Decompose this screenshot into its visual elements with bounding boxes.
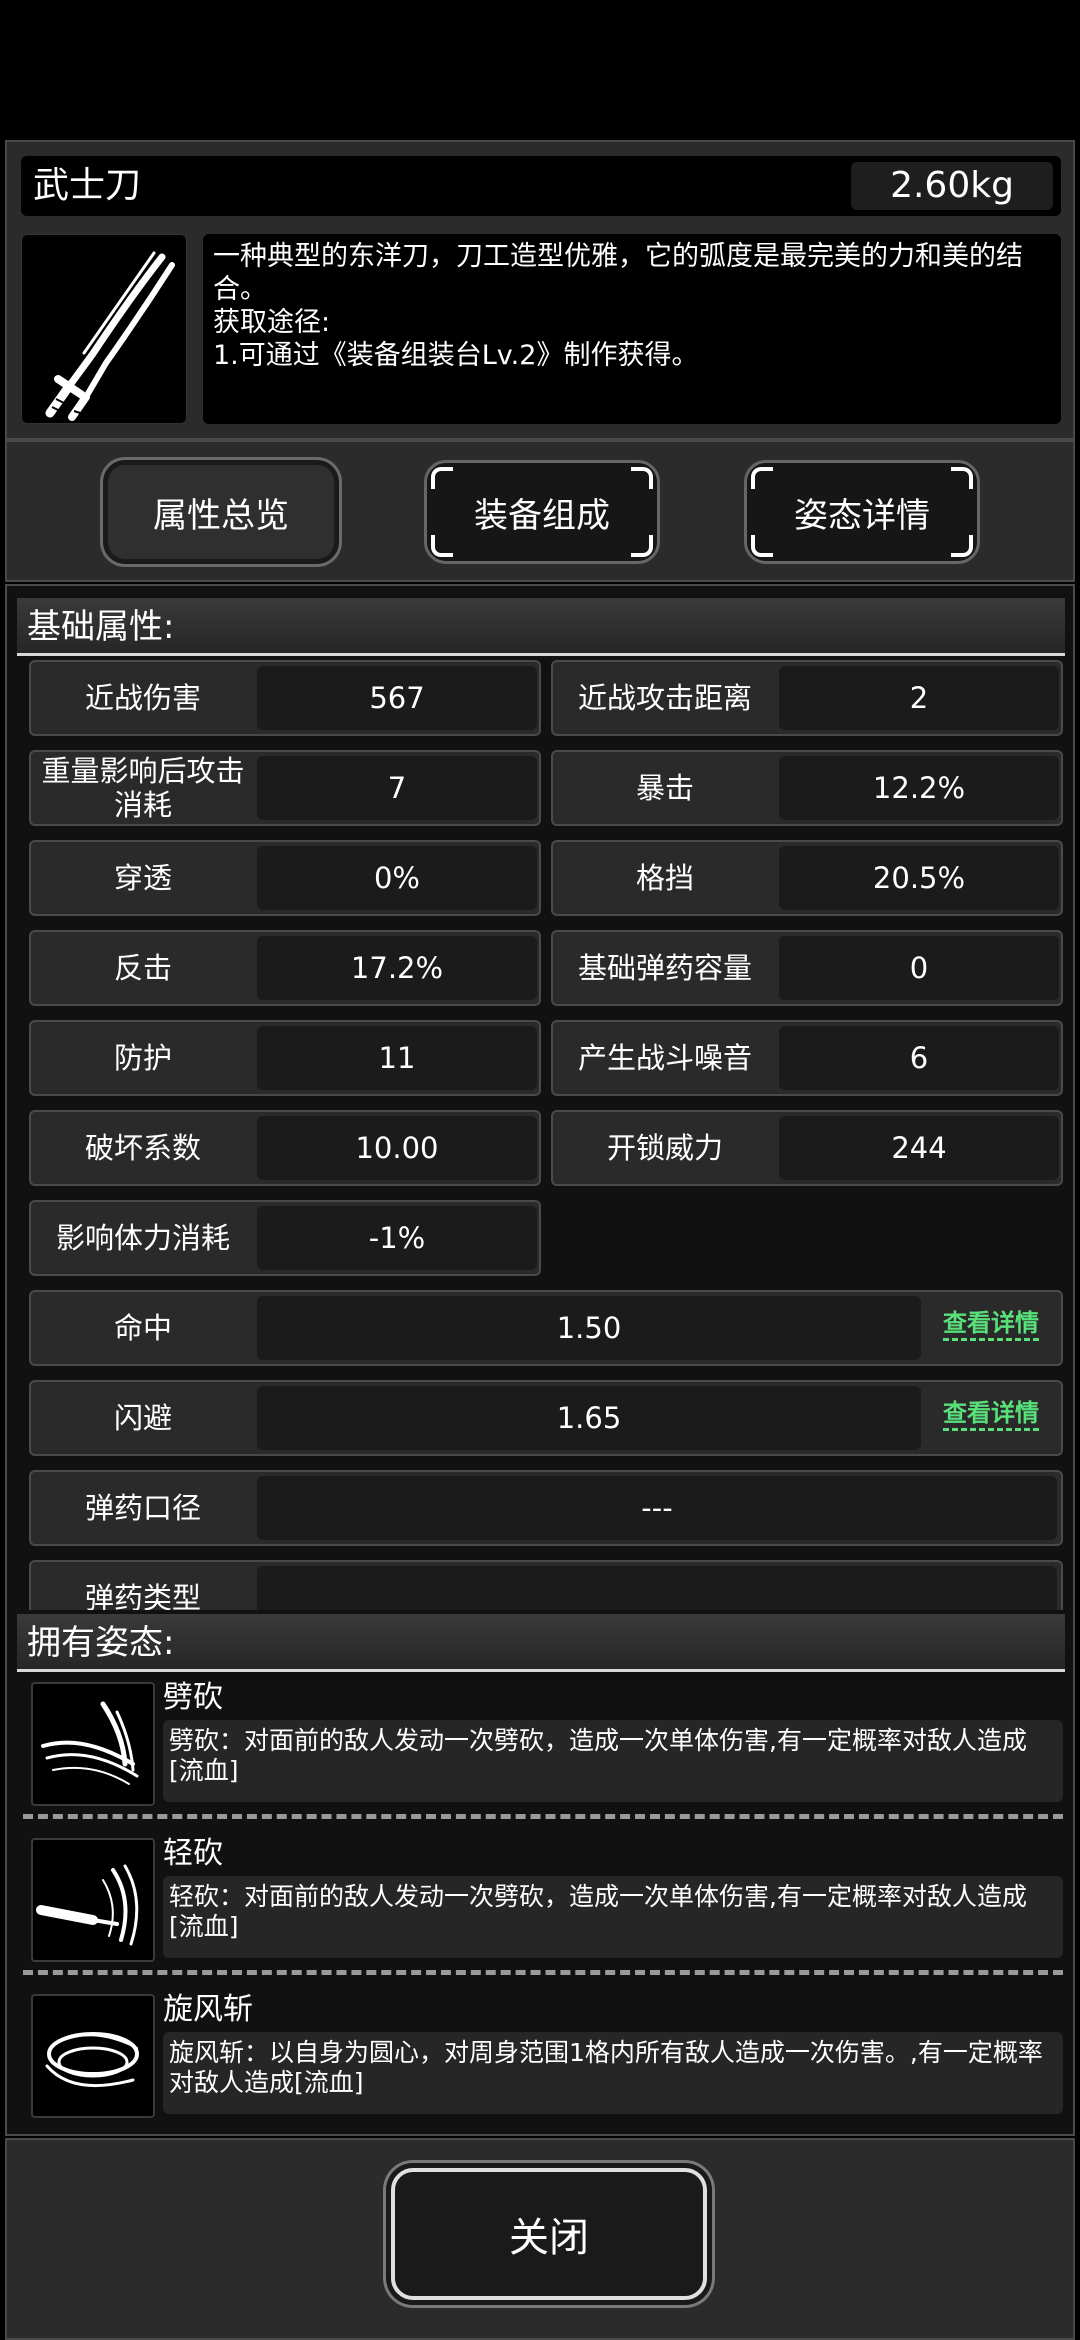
stances-list[interactable]: 劈砍 劈砍：对面前的敌人发动一次劈砍，造成一次单体伤害,有一定概率对敌人造成[流… <box>17 1680 1067 2124</box>
attr-value: --- <box>257 1476 1057 1540</box>
attr-value: 12.2% <box>779 756 1059 820</box>
tab-stances[interactable]: 姿态详情 <box>744 460 980 564</box>
attr-label: 格挡 <box>635 861 694 895</box>
view-accuracy-details-link[interactable]: 查看详情 <box>943 1308 1039 1341</box>
attr-ammo-caliber: 弹药口径 --- <box>29 1470 1063 1546</box>
stance-item[interactable]: 劈砍 劈砍：对面前的敌人发动一次劈砍，造成一次单体伤害,有一定概率对敌人造成[流… <box>17 1680 1067 1836</box>
attr-value: 6 <box>779 1026 1059 1090</box>
attr-stamina-cost: 影响体力消耗 -1% <box>29 1200 541 1276</box>
tab-overview-label: 属性总览 <box>153 495 289 536</box>
stance-name: 轻砍 <box>163 1836 223 1871</box>
attr-value: 20.5% <box>779 846 1059 910</box>
bottom-bar: 关闭 <box>5 2138 1075 2340</box>
tab-components-label: 装备组成 <box>474 495 610 536</box>
base-attributes-header: 基础属性: <box>17 598 1065 656</box>
attr-label: 基础弹药容量 <box>577 951 752 985</box>
attr-label: 近战伤害 <box>84 681 201 715</box>
stance-description: 劈砍：对面前的敌人发动一次劈砍，造成一次单体伤害,有一定概率对敌人造成[流血] <box>163 1720 1063 1802</box>
item-description: 一种典型的东洋刀，刀工造型优雅，它的弧度是最完美的力和美的结合。 获取途径: 1… <box>203 234 1061 424</box>
attr-value: 1.50 <box>257 1296 921 1360</box>
stance-description: 轻砍：对面前的敌人发动一次劈砍，造成一次单体伤害,有一定概率对敌人造成[流血] <box>163 1876 1063 1958</box>
item-info-panel: 武士刀 2.60kg 一种典型的东洋刀，刀工造型优雅，它的弧度是最完美的力和美的… <box>5 140 1075 440</box>
close-button[interactable]: 关闭 <box>391 2168 707 2300</box>
attr-lockpick-power: 开锁威力 244 <box>551 1110 1063 1186</box>
attr-value: 11 <box>257 1026 537 1090</box>
tab-bar: 属性总览 装备组成 姿态详情 <box>5 440 1075 582</box>
attr-label: 影响体力消耗 <box>55 1221 230 1255</box>
attr-attack-cost: 重量影响后攻击消耗 7 <box>29 750 541 826</box>
attr-label: 防护 <box>113 1041 172 1075</box>
stances-header: 拥有姿态: <box>17 1614 1065 1672</box>
view-evasion-details-link[interactable]: 查看详情 <box>943 1398 1039 1431</box>
attr-block: 格挡 20.5% <box>551 840 1063 916</box>
attr-label: 反击 <box>113 951 172 985</box>
stance-description: 旋风斩：以自身为圆心，对周身范围1格内所有敌人造成一次伤害。,有一定概率对敌人造… <box>163 2032 1063 2114</box>
light-slash-icon <box>31 1838 155 1962</box>
attr-value: 244 <box>779 1116 1059 1180</box>
attr-combat-noise: 产生战斗噪音 6 <box>551 1020 1063 1096</box>
attr-value <box>257 1566 1057 1610</box>
attr-value: 10.00 <box>257 1116 537 1180</box>
attr-melee-damage: 近战伤害 567 <box>29 660 541 736</box>
attr-value: 567 <box>257 666 537 730</box>
attr-penetration: 穿透 0% <box>29 840 541 916</box>
item-weight: 2.60kg <box>851 162 1053 210</box>
stance-divider <box>23 1970 1063 1975</box>
attr-value: 1.65 <box>257 1386 921 1450</box>
attr-destruction: 破坏系数 10.00 <box>29 1110 541 1186</box>
item-name-bar: 武士刀 2.60kg <box>21 156 1061 216</box>
attributes-scroll-area[interactable]: 近战伤害 567 近战攻击距离 2 重量影响后攻击消耗 7 暴击 12.2% 穿… <box>7 660 1073 1610</box>
attr-melee-range: 近战攻击距离 2 <box>551 660 1063 736</box>
attr-critical: 暴击 12.2% <box>551 750 1063 826</box>
attr-value: 0% <box>257 846 537 910</box>
tab-stances-label: 姿态详情 <box>794 495 930 536</box>
whirlwind-icon <box>31 1994 155 2118</box>
close-button-label: 关闭 <box>509 2215 589 2261</box>
attr-label: 闪避 <box>113 1401 172 1435</box>
attr-label: 产生战斗噪音 <box>577 1041 752 1075</box>
attr-ammo-capacity: 基础弹药容量 0 <box>551 930 1063 1006</box>
attr-label: 近战攻击距离 <box>577 681 752 715</box>
tab-overview[interactable]: 属性总览 <box>103 460 339 564</box>
stance-name: 劈砍 <box>163 1680 223 1715</box>
attr-label: 暴击 <box>635 771 694 805</box>
stance-name: 旋风斩 <box>163 1992 253 2027</box>
attr-value: 0 <box>779 936 1059 1000</box>
attr-label: 开锁威力 <box>606 1131 723 1165</box>
content-panel: 基础属性: 近战伤害 567 近战攻击距离 2 重量影响后攻击消耗 7 暴击 1… <box>5 584 1075 2136</box>
attr-evasion: 闪避 1.65 查看详情 <box>29 1380 1063 1456</box>
attr-value: -1% <box>257 1206 537 1270</box>
attr-label: 弹药类型 <box>84 1581 201 1610</box>
attr-label: 破坏系数 <box>84 1131 201 1165</box>
attr-ammo-type: 弹药类型 <box>29 1560 1063 1610</box>
attr-label: 弹药口径 <box>84 1491 201 1525</box>
attr-counter: 反击 17.2% <box>29 930 541 1006</box>
stance-item[interactable]: 轻砍 轻砍：对面前的敌人发动一次劈砍，造成一次单体伤害,有一定概率对敌人造成[流… <box>17 1836 1067 1992</box>
attr-value: 17.2% <box>257 936 537 1000</box>
tab-components[interactable]: 装备组成 <box>424 460 660 564</box>
attr-accuracy: 命中 1.50 查看详情 <box>29 1290 1063 1366</box>
attr-label: 重量影响后攻击消耗 <box>41 754 245 822</box>
katana-icon <box>21 234 187 424</box>
item-name: 武士刀 <box>33 165 142 206</box>
attr-value: 7 <box>257 756 537 820</box>
attr-label: 命中 <box>113 1311 172 1345</box>
attr-label: 穿透 <box>113 861 172 895</box>
stance-item[interactable]: 旋风斩 旋风斩：以自身为圆心，对周身范围1格内所有敌人造成一次伤害。,有一定概率… <box>17 1992 1067 2124</box>
slash-icon <box>31 1682 155 1806</box>
equipment-detail-screen: 武士刀 2.60kg 一种典型的东洋刀，刀工造型优雅，它的弧度是最完美的力和美的… <box>0 0 1080 2340</box>
stance-divider <box>23 1814 1063 1819</box>
attr-value: 2 <box>779 666 1059 730</box>
attr-protection: 防护 11 <box>29 1020 541 1096</box>
